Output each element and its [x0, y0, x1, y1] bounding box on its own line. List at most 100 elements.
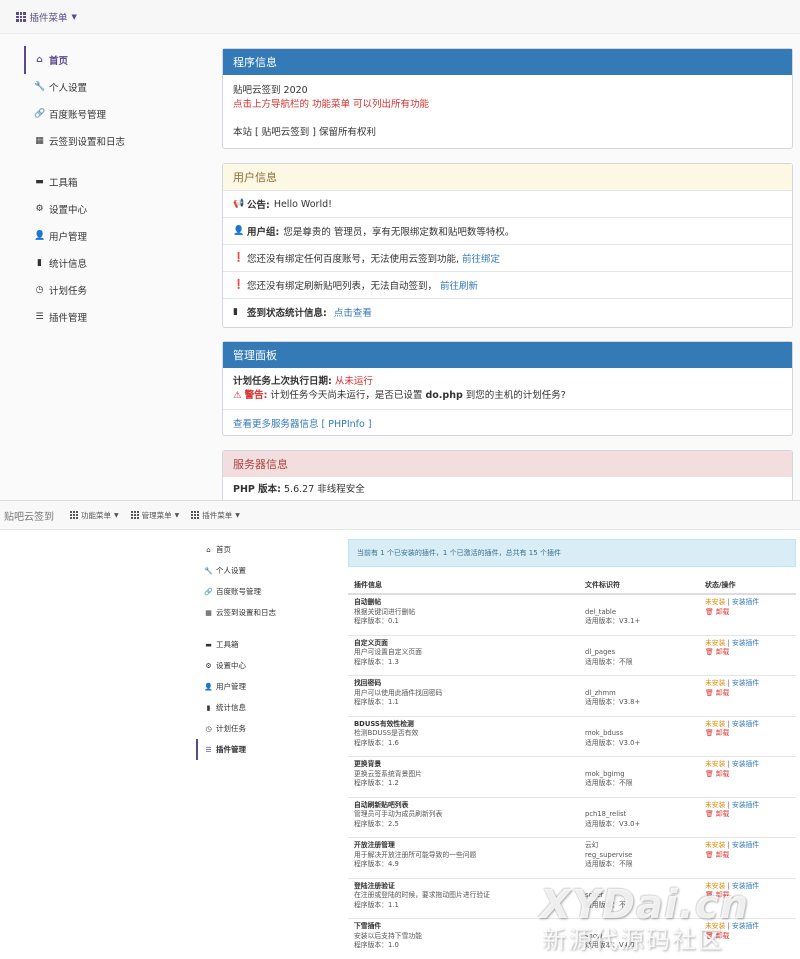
uninstall-link[interactable]: 🗑 卸载	[705, 608, 796, 618]
trash-icon: 🗑	[705, 769, 714, 778]
top-screenshot: 插件菜单 ▼ ⌂ 首页 🔧 个人设置 🔗 百度账号管理 ▦ 云签到设置和日志 ▬ 工具箱 ⚙ 设置中心…	[0, 0, 800, 500]
notice-label: 公告:	[247, 200, 270, 211]
plugin-menu-dropdown[interactable]: 插件菜单 ▼	[16, 10, 77, 24]
sidebar-item[interactable]: ▬ 工具箱	[24, 168, 194, 195]
plugin-version: 程序版本：1.2	[354, 779, 399, 787]
status-uninstalled: 未安装	[705, 881, 726, 890]
sidebar-item[interactable]: ▦ 云签到设置和日志	[24, 127, 194, 154]
column-header: 插件信息	[354, 581, 382, 589]
sidebar-item[interactable]: ☰ 插件管理	[196, 739, 336, 760]
uninstall-link[interactable]: 🗑 卸载	[705, 932, 796, 942]
clock-icon: ◷	[35, 284, 44, 295]
table-row: 自动刷新贴吧列表 管理员可手动为成员刷新列表 程序版本：2.5 pch18_relis…	[348, 798, 796, 838]
phpinfo-link[interactable]: 查看更多服务器信息 [ PHPInfo ]	[233, 416, 372, 430]
sidebar-item[interactable]: 👤 用户管理	[196, 676, 336, 697]
install-plugin-link[interactable]: 安装插件	[732, 841, 759, 849]
separator: |	[727, 638, 730, 647]
trash-icon: 🗑	[705, 607, 714, 616]
panel-title: 服务器信息	[223, 451, 792, 477]
sidebar-item[interactable]: ▦ 云签到设置和日志	[196, 602, 336, 623]
plugin-status-cell: 未安装 | 安装插件 🗑 卸载	[705, 801, 796, 820]
function-menu-label: 功能菜单	[81, 510, 111, 520]
sidebar-item[interactable]: ⌂ 首页	[24, 46, 194, 73]
menu-tip: 点击上方导航栏的 功能菜单 可以列出所有功能	[233, 99, 430, 110]
table-row: 开放注册管理 用于解决开放注册所可能导致的一些问题 程序版本：4.9 云幻 reg_su…	[348, 838, 796, 879]
home-icon: ⌂	[36, 54, 43, 65]
sidebar-item-label: 百度账号管理	[216, 587, 261, 596]
sidebar-item[interactable]: ◷ 计划任务	[196, 718, 336, 739]
status-uninstalled: 未安装	[705, 841, 726, 849]
sidebar-item[interactable]: ⚙ 设置中心	[24, 195, 194, 222]
sidebar-item[interactable]: ◷ 计划任务	[24, 276, 194, 303]
refresh-link[interactable]: 前往刷新	[440, 278, 478, 292]
sidebar-item[interactable]: ⚙ 设置中心	[196, 655, 336, 676]
plugin-identifier: reg_supervise	[585, 850, 633, 859]
sidebar-item-label: 个人设置	[49, 82, 88, 94]
plugin-id-cell: scher 适用版本：不	[585, 882, 705, 911]
separator: |	[727, 841, 730, 849]
plugin-applies: 适用版本：V3.1+	[585, 617, 641, 625]
briefcase-icon: ▬	[35, 176, 44, 187]
uninstall-link[interactable]: 🗑 卸载	[705, 689, 796, 699]
function-menu[interactable]: 功能菜单 ▼	[70, 510, 119, 521]
status-uninstalled: 未安装	[705, 800, 726, 809]
sidebar-item[interactable]: ☰ 插件管理	[24, 303, 194, 330]
cron-value: 从未运行	[334, 376, 373, 387]
install-plugin-link[interactable]: 安装插件	[732, 882, 759, 890]
plugin-desc: 安装以后支持下雪功能	[354, 931, 422, 940]
table-header: 插件信息 文件标识符 状态/操作	[348, 577, 796, 595]
install-plugin-link[interactable]: 安装插件	[732, 720, 759, 728]
install-plugin-link[interactable]: 安装插件	[732, 922, 759, 930]
status-uninstalled: 未安装	[705, 719, 726, 728]
sidebar-item[interactable]: 🔧 个人设置	[24, 73, 194, 100]
uninstall-link[interactable]: 🗑 卸载	[705, 891, 796, 901]
plugin-version: 程序版本：2.5	[354, 819, 399, 828]
plugin-count-alert: 当前有 1 个已安装的插件，1 个已激活的插件，总共有 15 个插件	[348, 539, 796, 567]
panel-title: 管理面板	[223, 342, 792, 368]
uninstall-link[interactable]: 🗑 卸载	[705, 729, 796, 739]
sidebar-item[interactable]: 👤 用户管理	[24, 222, 194, 249]
separator: |	[727, 719, 730, 728]
plugin-info-cell: 下雪插件 安装以后支持下雪功能 程序版本：1.0	[348, 922, 585, 951]
plugin-desc: 用户可以使用此插件找回密码	[354, 688, 443, 697]
install-plugin-link[interactable]: 安装插件	[732, 598, 759, 606]
plugin-desc: 管理员可手动为成员刷新列表	[354, 810, 443, 818]
plugin-version: 程序版本：1.1	[354, 900, 399, 909]
stats-link[interactable]: 点击查看	[334, 305, 372, 319]
clock-icon: ◷	[205, 724, 212, 733]
sidebar-item-label: 云签到设置和日志	[49, 136, 126, 148]
link-icon: 🔗	[34, 108, 46, 119]
sidebar-item-label: 首页	[49, 55, 69, 67]
uninstall-link[interactable]: 🗑 卸载	[705, 810, 796, 820]
uninstall-label: 卸载	[715, 850, 730, 859]
uninstall-link[interactable]: 🗑 卸载	[705, 770, 796, 780]
notice-text: Hello World!	[273, 198, 332, 210]
install-plugin-link[interactable]: 安装插件	[732, 801, 759, 809]
uninstall-link[interactable]: 🗑 卸载	[705, 851, 796, 861]
plugin-desc: 用户可设置自定义页面	[354, 648, 422, 656]
bind-link[interactable]: 前往绑定	[462, 251, 500, 265]
plugin-menu[interactable]: 插件菜单 ▼	[191, 510, 240, 521]
install-plugin-link[interactable]: 安装插件	[732, 760, 759, 768]
sidebar-item[interactable]: ▮ 统计信息	[196, 697, 336, 718]
sidebar-item[interactable]: 🔧 个人设置	[196, 560, 336, 581]
sidebar-item[interactable]: 🔗 百度账号管理	[24, 100, 194, 127]
uninstall-link[interactable]: 🗑 卸载	[705, 648, 796, 658]
brand-link[interactable]: 贴吧云签到	[4, 508, 54, 523]
sidebar-item[interactable]: ▬ 工具箱	[196, 634, 336, 655]
install-plugin-link[interactable]: 安装插件	[732, 639, 759, 647]
admin-menu[interactable]: 管理菜单 ▼	[130, 510, 179, 521]
calendar-icon: ▦	[205, 608, 212, 617]
sidebar-item[interactable]: ⌂ 首页	[196, 539, 336, 560]
separator: |	[727, 881, 730, 890]
program-version: 贴吧云签到 2020	[233, 85, 308, 96]
bind-row: ❗ 您还没有绑定任何百度账号，无法使用云签到功能, 前往绑定	[223, 244, 792, 271]
table-row: 自定义页面 用户可设置自定义页面 程序版本：1.3 dl_pages 适用版本：不限 未安…	[348, 636, 796, 676]
panel-title: 程序信息	[223, 49, 792, 75]
plugin-id-cell: snow 适用版本：V4.0	[585, 922, 705, 951]
warning-text-1: 计划任务今天尚未运行，是否已设置	[270, 390, 423, 401]
install-plugin-link[interactable]: 安装插件	[732, 679, 759, 687]
status-uninstalled: 未安装	[705, 760, 726, 768]
sidebar-item[interactable]: 🔗 百度账号管理	[196, 581, 336, 602]
sidebar-item[interactable]: ▮ 统计信息	[24, 249, 194, 276]
